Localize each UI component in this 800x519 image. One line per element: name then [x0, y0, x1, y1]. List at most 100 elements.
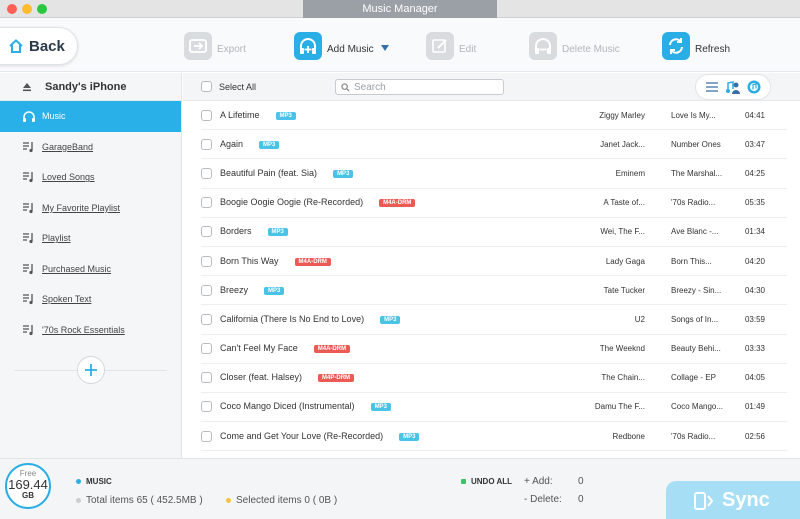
track-title-cell: California (There Is No End to Love) MP3 — [220, 314, 401, 325]
window-titlebar: Music Manager — [0, 0, 800, 18]
table-row[interactable]: A Lifetime MP3 Ziggy Marley Love Is My... 04… — [201, 101, 787, 131]
refresh-button[interactable]: Refresh — [662, 31, 730, 61]
sidebar-item-garageband[interactable]: GarageBand — [0, 132, 181, 163]
export-label: Export — [217, 43, 246, 55]
edit-label: Edit — [459, 43, 477, 55]
footer: Free 169.44 GB MUSIC Total items 65 ( 45… — [0, 458, 800, 519]
selected-dot-icon — [226, 498, 231, 503]
list-header: Select All — [183, 73, 800, 101]
row-checkbox[interactable] — [201, 401, 212, 413]
add-count: + Add: 0 — [524, 476, 584, 487]
list-view-icon[interactable] — [704, 79, 720, 95]
track-artist: Redbone — [612, 431, 645, 441]
track-duration: 04:05 — [744, 373, 765, 383]
delete-music-button[interactable]: Delete Music — [529, 31, 620, 61]
playlist-icon — [23, 294, 33, 305]
delete-count-label: - Delete: — [524, 494, 562, 505]
eject-icon[interactable] — [22, 82, 32, 92]
sidebar: Sandy's iPhone Music GarageBand Loved So… — [0, 73, 182, 458]
playlist-icon — [23, 172, 33, 183]
add-playlist-button[interactable] — [77, 356, 105, 384]
sidebar-item-music[interactable]: Music — [0, 101, 181, 132]
table-row[interactable]: California (There Is No End to Love) MP3 U… — [201, 305, 787, 335]
sidebar-item-purchased-music[interactable]: Purchased Music — [0, 254, 181, 285]
export-button[interactable]: Export — [184, 31, 246, 61]
table-row[interactable]: Born This Way M4A-DRM Lady Gaga Born This..… — [201, 247, 787, 277]
itunes-icon[interactable] — [746, 79, 762, 95]
format-badge: MP3 — [333, 169, 354, 178]
section-label-text: MUSIC — [86, 477, 112, 486]
selected-items: Selected items 0 ( 0B ) — [226, 495, 337, 506]
track-title-cell: Boogie Oogie Oogie (Re-Recorded) M4A-DRM — [220, 197, 416, 208]
table-row[interactable]: Again MP3 Janet Jack... Number Ones 03:47 — [201, 130, 787, 160]
row-checkbox[interactable] — [201, 197, 212, 209]
select-all-label: Select All — [219, 81, 257, 92]
edit-button[interactable]: Edit — [426, 31, 476, 61]
table-row[interactable]: Borders MP3 Wei, The F... Ave Blanc -... 01:… — [201, 218, 787, 247]
table-row[interactable]: Can't Feel My Face M4A-DRM The Weeknd Beaut… — [201, 335, 787, 364]
selected-items-text: Selected items 0 ( 0B ) — [236, 495, 338, 506]
edit-icon — [426, 32, 454, 60]
search-input[interactable] — [354, 81, 494, 93]
sidebar-item-label: Spoken Text — [42, 294, 92, 305]
chevron-down-icon[interactable] — [380, 45, 389, 51]
table-row[interactable]: Come and Get Your Love (Re-Recorded) MP3 R… — [201, 422, 787, 452]
select-all-checkbox[interactable] — [201, 81, 212, 92]
row-checkbox[interactable] — [201, 372, 212, 384]
sidebar-item-label: Music — [42, 111, 66, 122]
row-checkbox[interactable] — [201, 138, 212, 150]
row-checkbox[interactable] — [201, 430, 212, 442]
track-artist: The Chain... — [601, 373, 645, 383]
sidebar-item-spoken-text[interactable]: Spoken Text — [0, 284, 181, 315]
row-checkbox[interactable] — [201, 313, 212, 325]
add-music-button[interactable]: Add Music — [294, 31, 389, 61]
sidebar-item-playlist[interactable]: Playlist — [0, 223, 181, 254]
track-album: Ave Blanc -... — [671, 227, 719, 237]
track-artist: Janet Jack... — [600, 139, 645, 149]
undo-all-button[interactable]: UNDO ALL — [461, 477, 512, 486]
track-album: Coco Mango... — [671, 402, 724, 412]
select-all[interactable]: Select All — [201, 81, 256, 92]
list-scrollbar[interactable] — [792, 101, 800, 458]
search-box[interactable] — [335, 79, 504, 95]
row-checkbox[interactable] — [201, 226, 212, 238]
row-checkbox[interactable] — [201, 109, 212, 121]
device-header[interactable]: Sandy's iPhone — [0, 73, 181, 101]
track-title-cell: Beautiful Pain (feat. Sia) MP3 — [220, 168, 354, 179]
format-badge: M4P-DRM — [318, 374, 355, 383]
sidebar-item-loved-songs[interactable]: Loved Songs — [0, 162, 181, 193]
back-button[interactable]: Back — [0, 27, 78, 65]
table-row[interactable]: Coco Mango Diced (Instrumental) MP3 Damu T… — [201, 393, 787, 423]
table-row[interactable]: Boogie Oogie Oogie (Re-Recorded) M4A-DRM A… — [201, 189, 787, 218]
row-checkbox[interactable] — [201, 343, 212, 355]
sidebar-item-70s-rock-essentials[interactable]: '70s Rock Essentials — [0, 315, 181, 346]
delete-count: - Delete: 0 — [524, 494, 584, 505]
track-duration: 03:59 — [744, 314, 765, 324]
track-album: Breezy - Sin... — [671, 285, 722, 295]
sidebar-item-my-favorite-playlist[interactable]: My Favorite Playlist — [0, 193, 181, 224]
format-badge: M4A-DRM — [313, 345, 351, 354]
close-window-button[interactable] — [7, 4, 17, 14]
track-duration: 04:25 — [744, 168, 765, 178]
table-row[interactable]: Closer (feat. Halsey) M4P-DRM The Chain...… — [201, 364, 787, 393]
minimize-window-button[interactable] — [22, 4, 32, 14]
zoom-window-button[interactable] — [37, 4, 47, 14]
row-checkbox[interactable] — [201, 167, 212, 179]
table-row[interactable]: Beautiful Pain (feat. Sia) MP3 Eminem The M… — [201, 159, 787, 189]
sidebar-item-label: Purchased Music — [42, 263, 112, 274]
refresh-icon — [662, 32, 690, 60]
sync-icon — [694, 491, 714, 510]
playlist-icon — [23, 141, 33, 152]
music-user-icon[interactable] — [725, 79, 741, 95]
track-artist: Wei, The F... — [600, 227, 645, 237]
track-title-cell: A Lifetime MP3 — [220, 110, 296, 121]
storage-value: 169.44 — [8, 477, 48, 492]
track-duration: 04:20 — [744, 256, 765, 266]
toolbar: Back Export Add Music Edit Delete Music … — [0, 18, 800, 72]
sidebar-item-label: GarageBand — [42, 141, 94, 152]
row-checkbox[interactable] — [201, 255, 212, 267]
sync-button[interactable]: Sync — [666, 481, 800, 519]
track-album: Beauty Behi... — [671, 344, 721, 354]
table-row[interactable]: Breezy MP3 Tate Tucker Breezy - Sin... 04:30 — [201, 276, 787, 306]
row-checkbox[interactable] — [201, 284, 212, 296]
